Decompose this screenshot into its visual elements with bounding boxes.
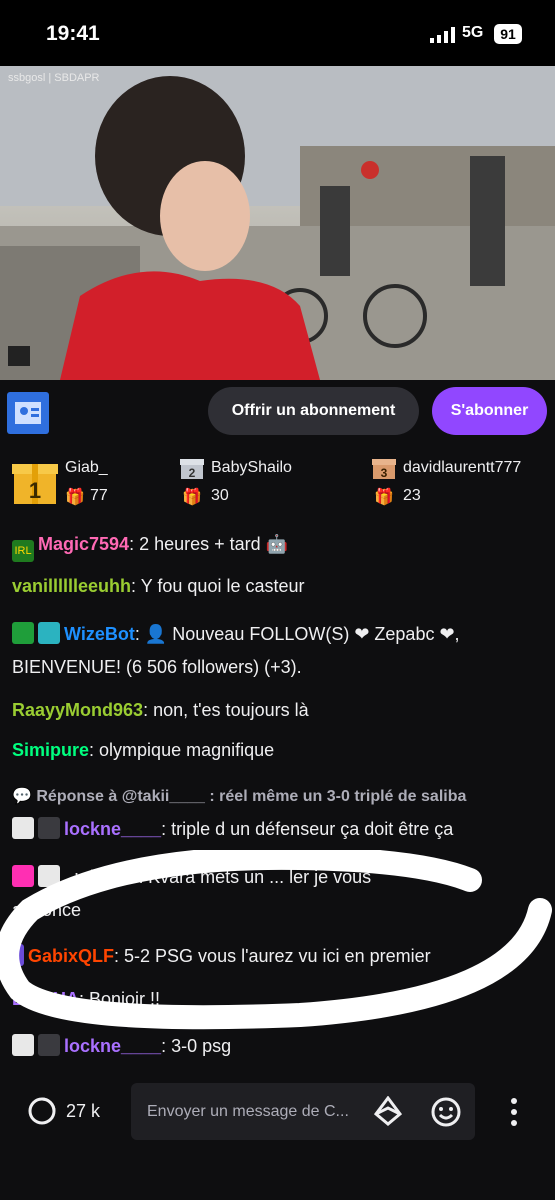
chat-placeholder: Envoyer un message de C... xyxy=(147,1103,349,1120)
chat-message: Simipure: olympique magnifique xyxy=(12,740,275,760)
chat-username[interactable]: Simipure xyxy=(12,740,89,760)
chat-message-continued: BIENVENUE! (6 506 followers) (+3). xyxy=(12,651,302,683)
subscribe-button[interactable]: S'abonner xyxy=(432,387,547,435)
rank-2-gift-icon: 2 xyxy=(180,456,204,480)
chat-text: 2 heures + tard xyxy=(139,534,261,554)
viewer-count-icon xyxy=(28,1097,56,1125)
viewer-count: 27 k xyxy=(66,1101,101,1121)
cat-badge-icon xyxy=(12,1034,34,1056)
rank-3-gift-icon: 3 xyxy=(372,456,396,480)
leaderboard-count: 23 xyxy=(403,487,421,504)
verified-badge-icon xyxy=(12,622,34,644)
gift-icon: 🎁 xyxy=(182,489,202,506)
chat-text: triple d un défenseur ça doit être ça xyxy=(171,819,454,839)
more-options-icon[interactable] xyxy=(506,1097,522,1127)
video-frame xyxy=(0,66,555,380)
gift-subscription-button[interactable]: Offrir un abonnement xyxy=(208,387,419,435)
network-label: 5G xyxy=(462,24,484,41)
reply-context[interactable]: 💬 Réponse à @takii____ : réel même un 3-… xyxy=(12,786,466,806)
svg-text:3: 3 xyxy=(381,466,388,480)
leaderboard-name[interactable]: BabyShailo xyxy=(211,459,292,477)
chat-username[interactable]: lockne____ xyxy=(64,819,161,839)
chat-message: lockne____: triple d un défenseur ça doi… xyxy=(12,813,453,845)
chat-text: BIENVENUE! (6 506 followers) (+3). xyxy=(12,657,302,677)
chat-message: RaayyMond963: non, t'es toujours là xyxy=(12,700,309,720)
knight-badge-icon xyxy=(38,817,60,839)
gift-icon: 🎁 xyxy=(374,489,394,506)
chat-message: WizeBot: 👤 Nouveau FOLLOW(S) ❤ Zepabc ❤, xyxy=(12,618,460,650)
video-player[interactable]: ssbgosl | SBDAPR xyxy=(0,66,555,380)
chat-message: lockne____: 3-0 psg xyxy=(12,1030,231,1062)
chat-username[interactable]: WizeBot xyxy=(64,624,135,644)
hand-drawn-highlight xyxy=(0,850,552,1030)
leaderboard-count: 30 xyxy=(211,487,229,504)
gift-icon: 🎁 xyxy=(65,489,85,506)
chat-text: 3-0 psg xyxy=(171,1036,232,1056)
chat-text: non, t'es toujours là xyxy=(153,700,309,720)
chat-text: Y fou quoi le casteur xyxy=(140,576,305,596)
irl-badge-icon: IRL xyxy=(12,540,34,562)
chat-username[interactable]: RaayyMond963 xyxy=(12,700,143,720)
channel-avatar-icon[interactable] xyxy=(7,392,49,434)
rank-1-gift-icon: 1 xyxy=(12,456,58,506)
bits-icon[interactable] xyxy=(374,1096,402,1126)
chat-text: 👤 Nouveau FOLLOW(S) ❤ Zepabc ❤, xyxy=(144,624,460,644)
reply-icon: 💬 xyxy=(12,788,32,805)
status-bar: 19:41 5G 91 xyxy=(0,0,555,66)
robot-emote-icon: 🤖 xyxy=(265,534,289,554)
reply-text: Réponse à @takii____ : réel même un 3-0 … xyxy=(36,788,467,805)
video-overlay-text: ssbgosl | SBDAPR xyxy=(8,72,100,84)
chat-message: IRL Magic7594: 2 heures + tard 🤖 xyxy=(12,528,288,562)
leaderboard-count: 77 xyxy=(90,487,108,504)
chat-message: vanilllllleeuhh: Y fou quoi le casteur xyxy=(12,576,305,596)
emote-icon[interactable] xyxy=(430,1096,462,1128)
bot-badge-icon xyxy=(38,622,60,644)
chat-username[interactable]: lockne____ xyxy=(64,1036,161,1056)
svg-text:1: 1 xyxy=(29,478,41,503)
svg-text:2: 2 xyxy=(189,466,196,480)
battery-icon: 91 xyxy=(494,24,522,44)
leaderboard-name[interactable]: Giab_ xyxy=(65,459,108,477)
clock: 19:41 xyxy=(46,22,100,45)
knight-badge-icon xyxy=(38,1034,60,1056)
chat-username[interactable]: vanilllllleeuhh xyxy=(12,576,131,596)
gift-leaderboard: 1 Giab_ 🎁 77 2 BabyShailo 🎁 30 3 davidla… xyxy=(0,442,555,520)
cat-badge-icon xyxy=(12,817,34,839)
chat-text: olympique magnifique xyxy=(99,740,275,760)
chat-username[interactable]: Magic7594 xyxy=(38,534,129,554)
leaderboard-name[interactable]: davidlaurentt777 xyxy=(403,459,521,477)
signal-icon xyxy=(430,27,455,43)
